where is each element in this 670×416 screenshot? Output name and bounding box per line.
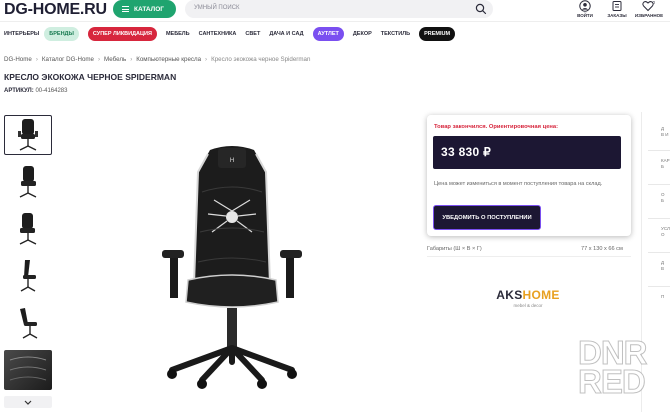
breadcrumb-separator: ›: [205, 56, 208, 63]
divider: [648, 286, 670, 287]
dimensions-label: Габариты (Ш × В × Г): [427, 246, 482, 252]
nav-item-brands[interactable]: БРЕНДЫ: [44, 27, 79, 41]
breadcrumb-item[interactable]: Каталог DG-Home: [42, 56, 94, 63]
breadcrumb-item[interactable]: DG-Home: [4, 56, 32, 63]
nav-item-interiors[interactable]: ИНТЕРЬЕРЫ: [4, 31, 39, 37]
notify-on-arrival-button[interactable]: УВЕДОМИТЬ О ПОСТУПЛЕНИИ: [433, 205, 541, 230]
product-main-image[interactable]: H: [62, 112, 402, 412]
brand-name-part2: HOME: [522, 288, 560, 302]
right-rail-snippet: КАР Б: [661, 158, 670, 169]
divider: [427, 256, 631, 257]
site-logo[interactable]: DG-HOME.RU: [4, 1, 107, 19]
orders-label: ЗАКАЗЫ: [607, 13, 627, 18]
product-sku: АРТИКУЛ: 00-4164283: [4, 88, 67, 94]
divider: [648, 184, 670, 185]
orders-link[interactable]: ЗАКАЗЫ: [602, 0, 632, 18]
right-rail-snippet: Д В И: [661, 126, 669, 137]
user-icon: [579, 0, 591, 12]
thumbnail-side[interactable]: [4, 256, 52, 296]
right-rail-snippet: П: [661, 294, 665, 299]
sku-label: АРТИКУЛ:: [4, 88, 34, 94]
brand-tagline: mebel & decor: [513, 303, 543, 308]
thumbnail-reclined[interactable]: [4, 303, 52, 343]
nav-item-outlet[interactable]: АУТЛЕТ: [312, 27, 344, 41]
thumbnail-angle-left[interactable]: [4, 162, 52, 202]
breadcrumb-item[interactable]: Мебель: [104, 56, 126, 63]
right-rail-snippet: УСЛ О: [661, 226, 670, 237]
chevron-down-icon: [24, 400, 32, 405]
svg-text:H: H: [230, 158, 234, 164]
heart-icon: 0: [642, 0, 656, 12]
divider: [648, 218, 670, 219]
breadcrumb-current: Кресло экокожа черное Spiderman: [211, 56, 311, 63]
watermark: DNR RED: [578, 336, 648, 400]
main-nav: ИНТЕРЬЕРЫ БРЕНДЫ СУПЕР ЛИКВИДАЦИЯ МЕБЕЛЬ…: [0, 26, 464, 42]
nav-item-garden[interactable]: ДАЧА И САД: [269, 31, 303, 37]
breadcrumb: DG-Home › Каталог DG-Home › Мебель › Ком…: [4, 56, 310, 63]
product-title: КРЕСЛО ЭКОКОЖА ЧЕРНОЕ SPIDERMAN: [4, 72, 177, 82]
gaming-chair-image: H: [162, 146, 302, 389]
divider: [648, 150, 670, 151]
favorites-count: 0: [653, 0, 656, 5]
nav-item-decor[interactable]: ДЕКОР: [353, 31, 372, 37]
search-placeholder: УМНЫЙ ПОИСК: [194, 5, 240, 11]
brand-name-part1: AKS: [496, 288, 523, 302]
price-disclaimer: Цена может измениться в момент поступлен…: [434, 181, 603, 187]
favorites-link[interactable]: 0 ИЗБРАННОЕ: [634, 0, 664, 18]
nav-item-plumbing[interactable]: САНТЕХНИКА: [199, 31, 237, 37]
price-value: 33 830 ₽: [441, 145, 491, 159]
breadcrumb-separator: ›: [130, 56, 133, 63]
nav-item-textile[interactable]: ТЕКСТИЛЬ: [381, 31, 410, 37]
right-rail-snippet: Д В: [661, 260, 665, 271]
orders-icon: [612, 1, 622, 11]
thumbnail-gallery: [4, 115, 52, 397]
ruble-icon: ₽: [483, 145, 492, 159]
thumbnail-front[interactable]: [4, 115, 52, 155]
account-label: ВОЙТИ: [577, 13, 593, 18]
nav-item-premium[interactable]: PREMIUM: [419, 27, 456, 41]
price-card: Товар закончился. Ориентировочная цена: …: [427, 115, 631, 236]
thumbnail-angle-right[interactable]: [4, 209, 52, 249]
watermark-line2: RED: [578, 363, 647, 400]
hamburger-icon: [122, 6, 129, 12]
right-rail-snippet: О Б: [661, 192, 665, 203]
breadcrumb-separator: ›: [97, 56, 101, 63]
site-header: DG-HOME.RU КАТАЛОГ УМНЫЙ ПОИСК ВОЙТИ ЗАК…: [0, 0, 670, 22]
thumbnails-scroll-down[interactable]: [4, 396, 52, 408]
favorites-label: ИЗБРАННОЕ: [634, 13, 664, 18]
catalog-button-label: КАТАЛОГ: [134, 5, 164, 13]
out-of-stock-note: Товар закончился. Ориентировочная цена:: [434, 124, 559, 130]
price-box: 33 830 ₽: [433, 136, 621, 169]
breadcrumb-item[interactable]: Компьютерные кресла: [136, 56, 201, 63]
search-input[interactable]: УМНЫЙ ПОИСК: [185, 0, 493, 18]
divider: [648, 252, 670, 253]
brand-name: AKSHOME: [490, 288, 566, 302]
breadcrumb-separator: ›: [35, 56, 38, 63]
nav-item-furniture[interactable]: МЕБЕЛЬ: [166, 31, 190, 37]
brand-logo[interactable]: AKSHOME mebel & decor: [490, 288, 566, 308]
sku-value: 00-4164283: [35, 88, 68, 94]
catalog-button[interactable]: КАТАЛОГ: [113, 0, 176, 18]
nav-item-light[interactable]: СВЕТ: [245, 31, 260, 37]
dimensions-value: 77 x 130 x 66 см: [581, 246, 623, 252]
thumbnail-detail-photo[interactable]: [4, 350, 52, 390]
nav-item-super-liquidation[interactable]: СУПЕР ЛИКВИДАЦИЯ: [87, 27, 157, 41]
search-icon[interactable]: [475, 3, 487, 15]
price-amount: 33 830: [441, 145, 480, 159]
account-link[interactable]: ВОЙТИ: [570, 0, 600, 18]
